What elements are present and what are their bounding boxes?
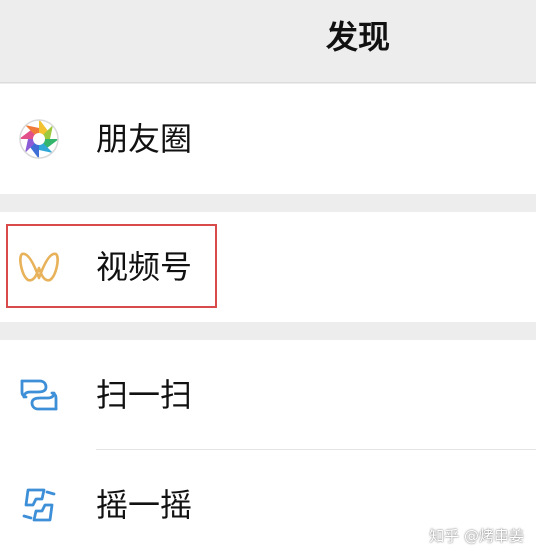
page-title: 发现 [325, 18, 390, 56]
scan-icon [16, 372, 62, 418]
menu-group-moments: 朋友圈 [0, 84, 536, 194]
menu-item-scan[interactable]: 扫一扫 [0, 340, 536, 450]
top-bar: 发现 [0, 0, 536, 83]
menu-item-label: 朋友圈 [96, 120, 193, 158]
shake-icon [16, 482, 62, 528]
channels-butterfly-icon [16, 244, 62, 290]
menu-item-label: 摇一摇 [96, 486, 193, 524]
menu-group-channels: 视频号 [0, 212, 536, 322]
moments-aperture-icon [16, 116, 62, 162]
menu-item-moments[interactable]: 朋友圈 [0, 84, 536, 194]
menu-item-label: 视频号 [96, 248, 193, 286]
watermark: 知乎 @烤串姜 [429, 527, 524, 545]
menu-item-label: 扫一扫 [96, 376, 193, 414]
menu-item-channels[interactable]: 视频号 [0, 212, 536, 322]
